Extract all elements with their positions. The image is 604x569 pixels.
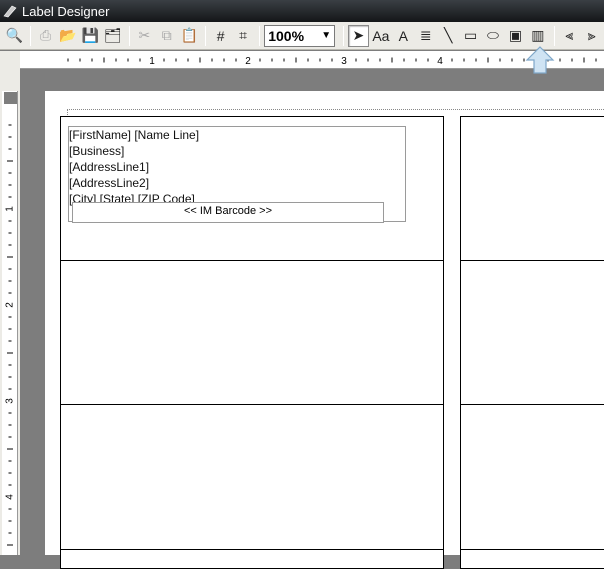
pointer-icon[interactable]: ➤: [348, 24, 369, 47]
ruler-label: 4: [5, 494, 16, 500]
label-cell[interactable]: [60, 404, 444, 550]
barcode-icon[interactable]: ▥: [528, 25, 548, 47]
window-title: Label Designer: [22, 3, 110, 19]
line-icon[interactable]: ╲: [438, 25, 458, 47]
toolbar: 🔍 ⎙ 📂 💾 🗂 ✂ ⧉ 📋 # ⌗ 100% ▼ ➤ Aa A ≣ ╲ ▭ ⬭ ▣ ▥ ⫷ ⫸: [0, 22, 604, 50]
zoom-value: 100%: [268, 27, 305, 44]
app-icon: [2, 3, 18, 19]
label-cell[interactable]: [460, 404, 604, 550]
image-icon[interactable]: ▣: [505, 25, 525, 47]
copy-icon[interactable]: ⧉: [157, 25, 177, 47]
text-tool-icon[interactable]: Aa: [371, 25, 391, 47]
ruler-marker: [4, 92, 17, 104]
align-right-icon[interactable]: ⫸: [582, 25, 602, 47]
open-folder-icon[interactable]: 📂: [58, 25, 78, 47]
label-cell[interactable]: [460, 116, 604, 261]
ruler-label: 4: [437, 56, 443, 67]
label-cell[interactable]: [460, 260, 604, 405]
ruler-label: 3: [5, 398, 16, 404]
ruler-label: 1: [5, 206, 16, 212]
field-text-icon[interactable]: A: [393, 25, 413, 47]
rectangle-icon[interactable]: ▭: [460, 25, 480, 47]
field-name-line[interactable]: [FirstName] [Name Line]: [69, 127, 199, 143]
field-address-line-2[interactable]: [AddressLine2]: [69, 175, 149, 191]
toolbar-separator: [129, 25, 131, 46]
callout-arrow-icon: [525, 46, 555, 74]
zoom-select[interactable]: 100% ▼: [264, 24, 336, 47]
field-business[interactable]: [Business]: [69, 143, 124, 159]
label-cell[interactable]: [460, 549, 604, 569]
ruler-label: 3: [341, 56, 347, 67]
ruler-label: 2: [5, 302, 16, 308]
ruler-label: 2: [245, 56, 251, 67]
toolbar-separator: [259, 25, 261, 46]
save-icon[interactable]: 💾: [80, 25, 100, 47]
align-left-icon[interactable]: ⫷: [559, 25, 579, 47]
vertical-ruler: 1 2 3 4: [0, 69, 20, 555]
label-cell[interactable]: [60, 260, 444, 405]
toolbar-separator: [30, 25, 32, 46]
chevron-down-icon[interactable]: ▼: [318, 26, 334, 46]
toolbar-separator: [343, 25, 345, 46]
paragraph-icon[interactable]: ≣: [416, 25, 436, 47]
field-address-line-1[interactable]: [AddressLine1]: [69, 159, 149, 175]
snap-grid-icon[interactable]: ⌗: [233, 25, 253, 47]
grid-icon[interactable]: #: [210, 25, 230, 47]
title-bar: Label Designer: [0, 0, 604, 22]
ruler-corner: [0, 51, 20, 69]
ruler-label: 1: [149, 56, 155, 67]
label-cell[interactable]: [60, 549, 444, 569]
cut-icon[interactable]: ✂: [134, 25, 154, 47]
save-all-icon[interactable]: 🗂: [103, 25, 123, 47]
toolbar-separator: [554, 25, 556, 46]
paste-icon[interactable]: 📋: [179, 25, 199, 47]
print-icon[interactable]: ⎙: [35, 25, 55, 47]
im-barcode-field[interactable]: << IM Barcode >>: [72, 202, 384, 223]
print-preview-icon[interactable]: 🔍: [4, 25, 24, 47]
horizontal-ruler: 12345: [20, 51, 604, 69]
toolbar-separator: [205, 25, 207, 46]
ellipse-icon[interactable]: ⬭: [483, 25, 503, 47]
